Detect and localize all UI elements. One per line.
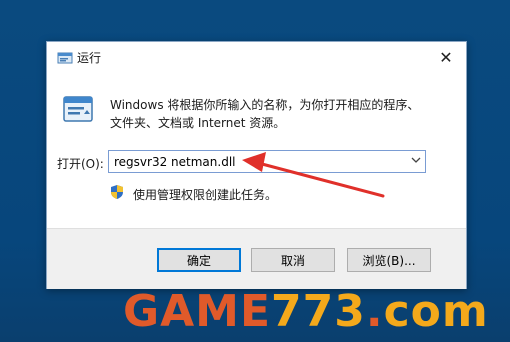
admin-privilege-text: 使用管理权限创建此任务。 <box>133 188 278 202</box>
cancel-button[interactable]: 取消 <box>251 248 335 272</box>
description-line-1: Windows 将根据你所输入的名称，为你打开相应的程序、 <box>110 98 420 112</box>
watermark-tld: com <box>383 286 489 337</box>
window-title: 运行 <box>77 51 102 65</box>
shield-icon <box>110 184 124 200</box>
open-label: 打开(O): <box>57 157 104 171</box>
watermark-logo: GAME773.com <box>123 287 510 337</box>
close-button[interactable]: ✕ <box>426 42 466 72</box>
watermark-brand: GAME <box>123 286 272 337</box>
run-app-icon <box>57 50 73 64</box>
chevron-down-icon[interactable] <box>411 155 421 168</box>
title-bar[interactable]: 运行 ✕ <box>47 42 466 72</box>
open-combobox[interactable]: regsvr32 netman.dll <box>108 150 426 173</box>
watermark-dot: . <box>365 286 384 337</box>
ok-button[interactable]: 确定 <box>157 248 241 272</box>
dialog-footer: 确定 取消 浏览(B)... <box>47 228 466 289</box>
browse-button[interactable]: 浏览(B)... <box>347 248 431 272</box>
watermark-number: 773 <box>271 286 366 337</box>
run-dialog: 运行 ✕ Windows 将根据你所输入的名称，为你打开相应的程序、 文件夹、文… <box>46 41 467 289</box>
run-description: Windows 将根据你所输入的名称，为你打开相应的程序、 文件夹、文档或 In… <box>110 96 450 132</box>
run-large-icon <box>62 94 94 124</box>
open-input-value[interactable]: regsvr32 netman.dll <box>114 155 235 169</box>
description-line-2: 文件夹、文档或 Internet 资源。 <box>110 116 286 130</box>
close-icon: ✕ <box>439 47 453 67</box>
